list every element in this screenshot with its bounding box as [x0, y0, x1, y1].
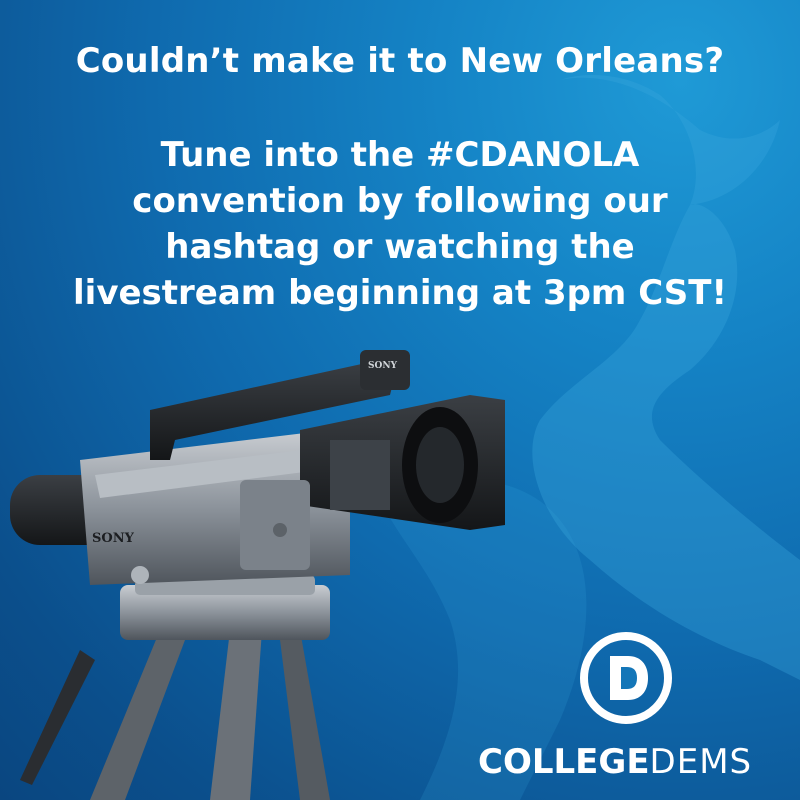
wordmark-dems: DEMS — [649, 742, 753, 782]
wordmark-college: COLLEGE — [478, 742, 650, 782]
body-line: Tune into the #CDANOLA — [160, 135, 640, 175]
headline: Couldn’t make it to New Orleans? — [75, 41, 725, 81]
college-dems-wordmark: COLLEGEDEMS — [478, 740, 778, 784]
video-camera-image: SONY SONY — [10, 350, 505, 800]
promo-graphic: Couldn’t make it to New Orleans? Tune in… — [0, 0, 800, 800]
camera-brand-label: SONY — [92, 531, 135, 546]
camera-top-label: SONY — [368, 361, 398, 371]
dems-logo-icon — [580, 632, 672, 724]
body-line: livestream beginning at 3pm CST! — [73, 273, 727, 313]
body-text: Tune into the #CDANOLA convention by fol… — [0, 132, 800, 316]
body-line: convention by following our — [132, 181, 668, 221]
body-line: hashtag or watching the — [165, 227, 635, 267]
